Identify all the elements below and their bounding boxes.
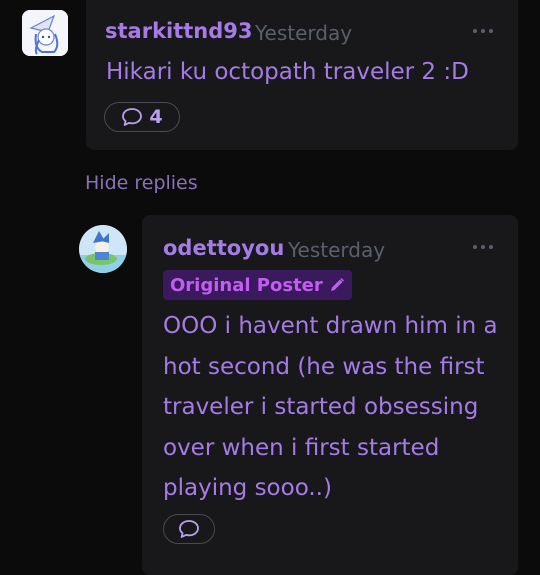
comment-timestamp: Yesterday bbox=[255, 21, 353, 45]
original-poster-badge: Original Poster bbox=[163, 270, 352, 300]
reply-text: OOO i havent drawn him in a hot second (… bbox=[163, 313, 498, 501]
comment-text: Hikari ku octopath traveler 2 :D bbox=[106, 59, 469, 85]
reply-timestamp: Yesterday bbox=[288, 238, 386, 262]
more-options-icon[interactable] bbox=[470, 242, 496, 252]
avatar-odettoyou-icon bbox=[79, 225, 127, 273]
reply-username[interactable]: odettoyou bbox=[163, 236, 284, 260]
more-options-icon[interactable] bbox=[470, 26, 496, 36]
speech-bubble-icon bbox=[122, 108, 143, 126]
avatar[interactable] bbox=[22, 10, 68, 56]
speech-bubble-icon bbox=[179, 520, 199, 538]
avatar-wizard-icon bbox=[22, 10, 68, 56]
comment-username[interactable]: starkittnd93 bbox=[105, 19, 253, 43]
avatar[interactable] bbox=[79, 225, 127, 273]
reply-button[interactable] bbox=[163, 514, 215, 544]
badge-label: Original Poster bbox=[170, 274, 323, 296]
pencil-icon bbox=[330, 277, 344, 291]
reply-count-button[interactable]: 4 bbox=[104, 102, 180, 132]
reply-count: 4 bbox=[149, 106, 163, 128]
hide-replies-link[interactable]: Hide replies bbox=[85, 172, 198, 194]
